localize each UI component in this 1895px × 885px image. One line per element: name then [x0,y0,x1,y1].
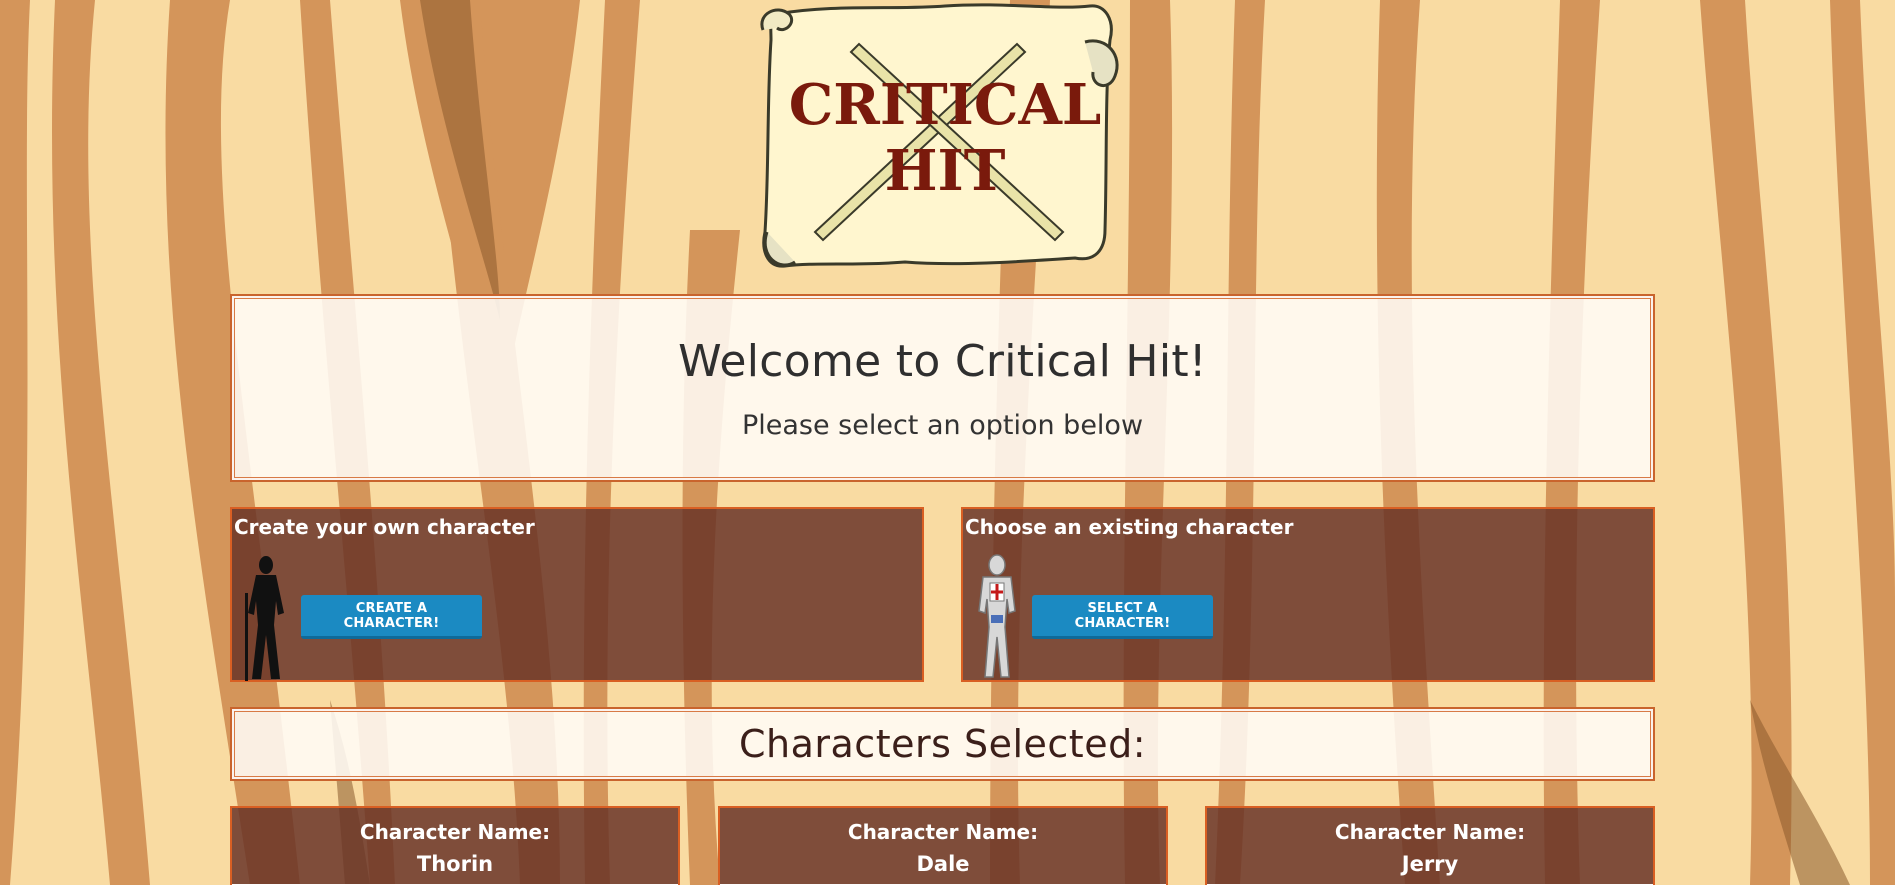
character-name: Dale [916,852,970,876]
choose-character-card: Choose an existing character SELECT A CH… [961,507,1655,682]
scroll-crossed-swords-icon: CRITICAL HIT [760,3,1119,268]
character-name-label: Character Name: [359,820,551,844]
warrior-silhouette-icon [238,553,294,681]
character-name-label: Character Name: [847,820,1039,844]
create-character-card: Create your own character CREATE A CHARA… [230,507,924,682]
character-card[interactable]: Character Name: Jerry [1205,806,1655,885]
create-character-button[interactable]: CREATE A CHARACTER! [301,595,482,639]
choose-character-heading: Choose an existing character [965,515,1294,539]
svg-text:HIT: HIT [885,138,1006,204]
character-card[interactable]: Character Name: Dale [718,806,1168,885]
welcome-subtitle: Please select an option below [741,410,1144,441]
characters-selected-title: Characters Selected: [738,722,1146,766]
armored-knight-icon [969,553,1025,681]
critical-hit-logo: CRITICAL HIT [755,0,1125,278]
characters-selected-banner: Characters Selected: [230,707,1655,781]
create-character-heading: Create your own character [234,515,535,539]
svg-text:CRITICAL: CRITICAL [789,72,1102,138]
welcome-panel: Welcome to Critical Hit! Please select a… [230,294,1655,482]
character-card[interactable]: Character Name: Thorin [230,806,680,885]
select-character-button[interactable]: SELECT A CHARACTER! [1032,595,1213,639]
character-name: Thorin [416,852,494,876]
character-name: Jerry [1401,852,1459,876]
page-title: Welcome to Critical Hit! [678,336,1207,387]
character-name-label: Character Name: [1334,820,1526,844]
